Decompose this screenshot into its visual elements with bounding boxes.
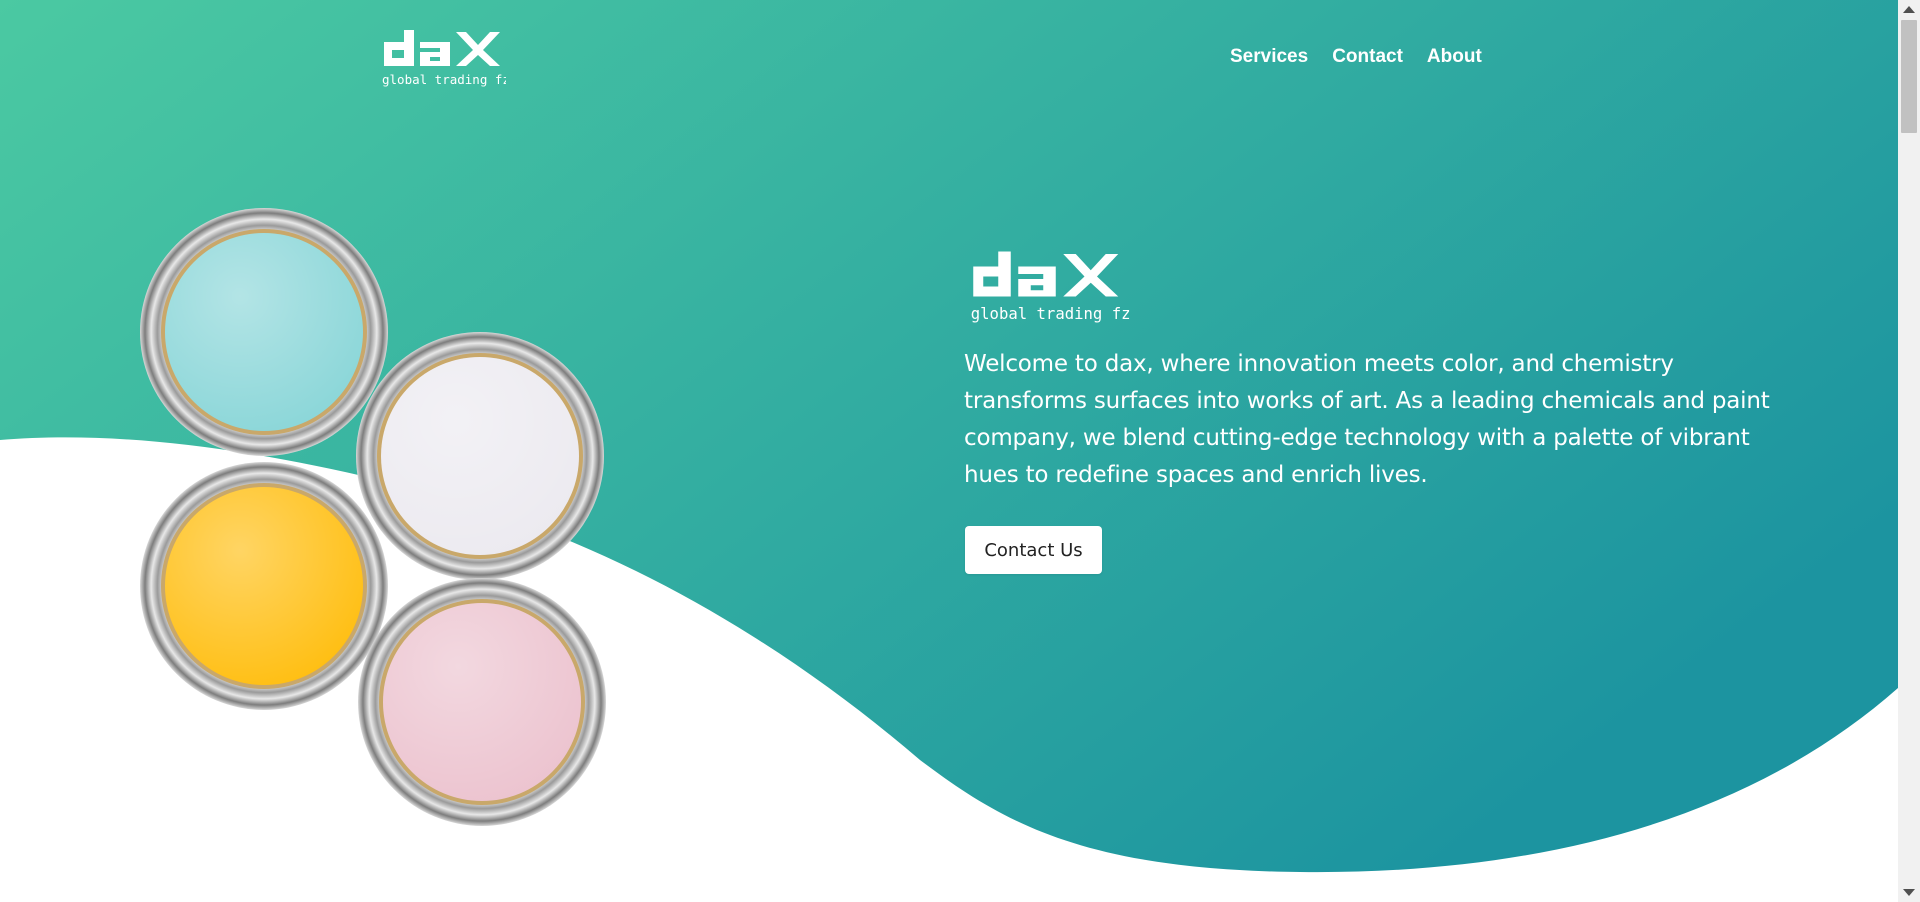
- scrollbar-thumb[interactable]: [1901, 20, 1917, 133]
- page: global trading fze Services Contact Abou…: [0, 0, 1898, 902]
- header-logo[interactable]: global trading fze: [380, 24, 506, 88]
- contact-us-button[interactable]: Contact Us: [965, 526, 1102, 574]
- logo-tagline: global trading fze: [382, 72, 506, 87]
- hero-description: Welcome to dax, where innovation meets c…: [964, 351, 1770, 488]
- logo-mark: [384, 30, 500, 66]
- main-nav: Services Contact About: [1230, 46, 1482, 68]
- nav-link-contact[interactable]: Contact: [1332, 46, 1403, 68]
- vertical-scrollbar[interactable]: [1898, 0, 1920, 902]
- scroll-down-arrow-icon[interactable]: [1903, 889, 1915, 896]
- paint-can-teal: [140, 208, 388, 456]
- paint-cans-image: [140, 208, 606, 826]
- hero-logo-mark: [973, 251, 1119, 297]
- paint-can-white: [356, 332, 604, 580]
- scroll-up-arrow-icon[interactable]: [1903, 6, 1915, 13]
- paint-can-yellow: [140, 462, 388, 710]
- nav-link-services[interactable]: Services: [1230, 46, 1308, 68]
- paint-can-pink: [358, 578, 606, 826]
- nav-link-about[interactable]: About: [1427, 46, 1482, 68]
- hero-logo-tagline: global trading fze: [971, 305, 1130, 323]
- hero-logo: global trading fze: [971, 251, 1130, 323]
